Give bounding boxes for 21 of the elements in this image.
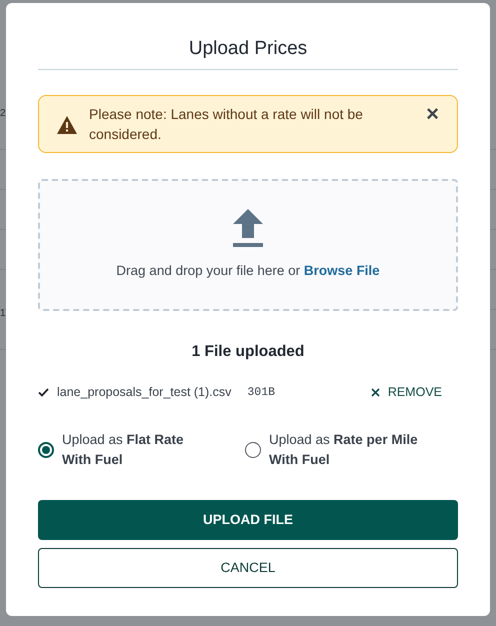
close-icon [370,388,380,398]
dropzone-text: Drag and drop your file here or Browse File [116,262,380,280]
dialog-title: Upload Prices [188,37,308,61]
upload-button[interactable]: UPLOAD FILE [38,500,458,540]
close-button[interactable]: × [426,104,439,124]
file-name: lane_proposals_for_test (1).csv [57,384,232,402]
browse-file-link[interactable]: Browse File [304,262,380,278]
background-text: 2 [0,108,6,120]
cancel-button[interactable]: CANCEL [38,548,458,588]
radio-button[interactable] [245,442,261,458]
file-size: 301B [247,385,276,401]
option-label: Upload as Flat Rate With Fuel [62,431,185,469]
uploaded-heading: 1 File uploaded [190,342,306,362]
alert-message: Please note: Lanes without a rate will not be considered. [89,105,364,144]
background-text: 1 [0,308,6,320]
remove-button[interactable]: REMOVE [370,383,442,402]
option-label: Upload as Rate per Mile With Fuel [269,431,419,469]
dropzone[interactable]: Drag and drop your file here or Browse File [38,179,458,311]
warning-icon [57,116,77,134]
radio-button[interactable] [38,442,54,458]
upload-icon [232,208,264,247]
